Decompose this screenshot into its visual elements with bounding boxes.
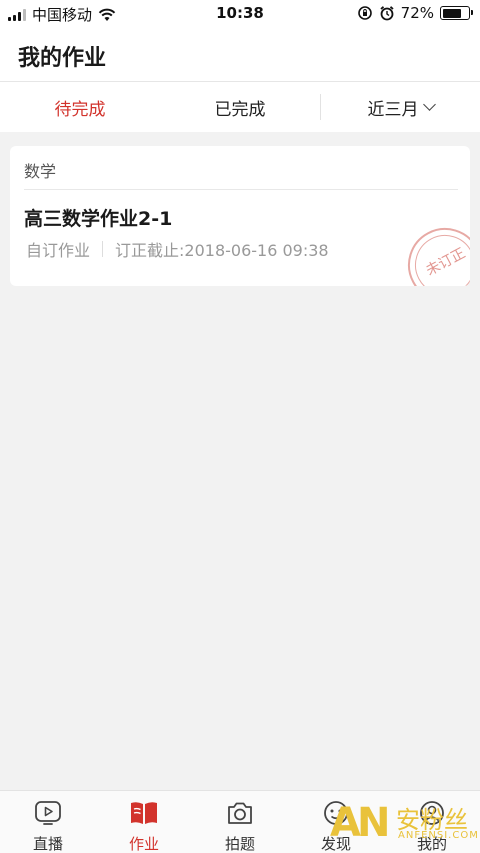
range-dropdown[interactable]: 近三月 [321,95,480,120]
filter-tabs: 待完成 已完成 近三月 [0,82,480,132]
homework-card[interactable]: 数学 高三数学作业2-1 自订作业 订正截止:2018-06-16 09:38 … [10,146,470,286]
rotation-lock-icon [357,6,372,20]
tab-pending[interactable]: 待完成 [0,95,160,120]
subject-label: 数学 [24,162,57,181]
homework-meta: 自订作业 订正截止:2018-06-16 09:38 [26,237,329,261]
camera-icon [228,802,252,824]
profile-icon [420,801,444,825]
chevron-down-icon [422,98,436,111]
alarm-icon [380,6,394,21]
page-title: 我的作业 [18,46,107,71]
nav-item-discover[interactable]: 发现 [288,791,384,853]
nav-item-photo[interactable]: 拍题 [192,791,288,853]
homework-title: 高三数学作业2-1 [24,208,173,230]
nav-label-photo: 拍题 [224,835,255,853]
nav-label-discover: 发现 [320,835,351,853]
bottom-nav: 直播 作业 拍题 发现 我的 [0,790,480,853]
status-right: 72% [357,4,473,22]
nav-item-homework[interactable]: 作业 [96,791,192,853]
status-bar: 中国移动 10:38 72% [0,0,480,28]
nav-label-mine: 我的 [416,835,447,853]
card-divider [24,189,458,190]
tab-done[interactable]: 已完成 [160,95,320,120]
meta-divider [102,241,104,257]
face-icon [324,801,348,825]
nav-label-live: 直播 [32,835,63,853]
homework-type: 自订作业 [26,241,91,260]
nav-label-homework: 作业 [128,835,159,853]
nav-item-mine[interactable]: 我的 [384,791,480,853]
nav-item-live[interactable]: 直播 [0,791,96,853]
uncorrected-stamp: 未订正 [394,214,470,286]
open-book-icon [131,802,157,824]
battery-percent: 72% [400,4,434,22]
homework-deadline: 订正截止:2018-06-16 09:38 [115,241,329,260]
play-video-icon [35,801,61,825]
range-label: 近三月 [367,99,419,120]
battery-icon [440,6,473,20]
page-header: 我的作业 [0,28,480,82]
